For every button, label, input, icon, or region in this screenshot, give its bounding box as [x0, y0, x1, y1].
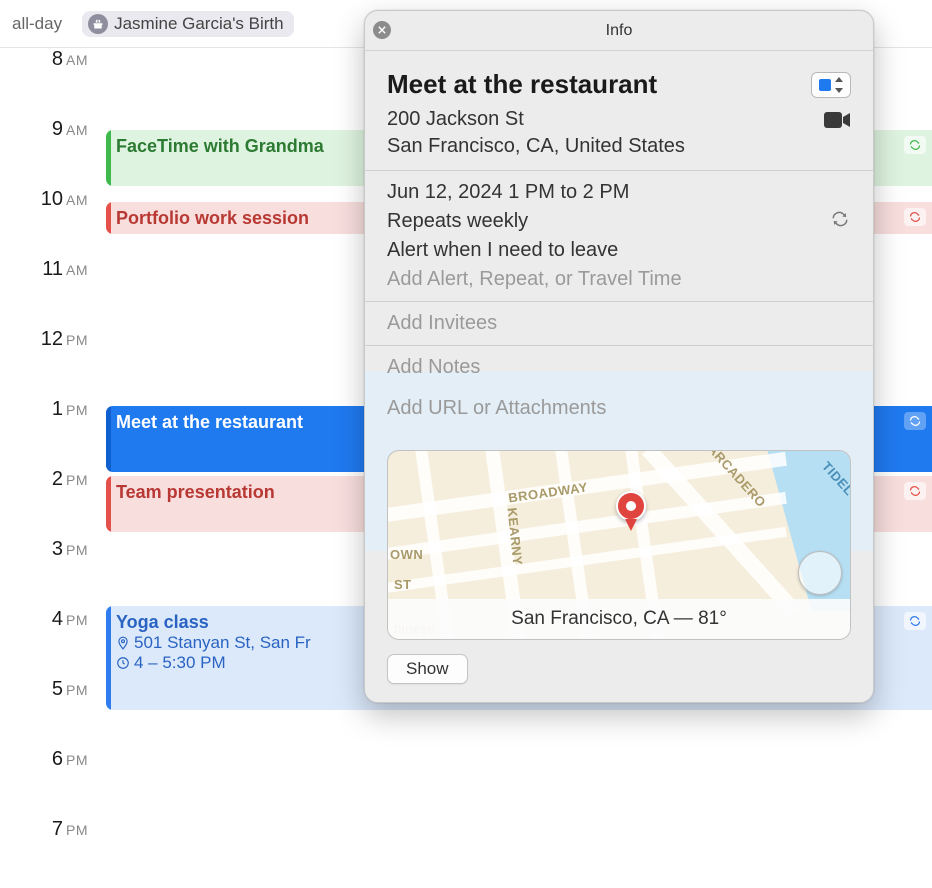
event-location-field[interactable]: 200 Jackson St San Francisco, CA, United… [387, 106, 685, 160]
add-notes-link[interactable]: Add Notes [387, 356, 851, 379]
popover-header: Info [365, 11, 873, 51]
street-label: own [390, 547, 423, 562]
street-label: St [394, 577, 412, 592]
recur-icon [904, 482, 926, 500]
recur-icon [904, 412, 926, 430]
allday-event-chip[interactable]: Jasmine Garcia's Birth [82, 11, 294, 37]
recur-icon [904, 612, 926, 630]
event-location-map[interactable]: Broadway Kearny Embarcadero own St Tidel… [387, 450, 851, 640]
event-info-popover: Info Meet at the restaurant 200 Jackson … [364, 10, 874, 703]
street-label: Broadway [507, 479, 588, 505]
chevron-updown-icon [834, 77, 844, 93]
allday-label: all-day [12, 14, 62, 34]
event-datetime-field[interactable]: Jun 12, 2024 1 PM to 2 PM [387, 181, 851, 204]
color-swatch-icon [819, 79, 831, 91]
allday-event-title: Jasmine Garcia's Birth [114, 14, 284, 34]
calendar-day-view: all-day Jasmine Garcia's Birth 8AM 9AM 1… [0, 0, 932, 860]
gift-icon [88, 14, 108, 34]
add-url-link[interactable]: Add URL or Attachments [387, 397, 851, 420]
compass-button[interactable] [798, 551, 842, 595]
recur-icon [904, 136, 926, 154]
add-alert-link[interactable]: Add Alert, Repeat, or Travel Time [387, 268, 851, 291]
video-call-icon[interactable] [823, 110, 851, 130]
calendar-color-picker[interactable] [811, 72, 851, 98]
hours-column: 8AM 9AM 10AM 11AM 12PM 1PM 2PM 3PM 4PM 5… [0, 48, 100, 888]
clock-icon [116, 656, 130, 670]
recur-icon [904, 208, 926, 226]
event-alert-field[interactable]: Alert when I need to leave [387, 239, 851, 262]
event-repeat-field[interactable]: Repeats weekly [387, 210, 528, 233]
map-pin-icon [616, 491, 646, 533]
popover-title: Info [606, 22, 633, 40]
close-button[interactable] [373, 21, 391, 39]
add-invitees-link[interactable]: Add Invitees [387, 312, 851, 335]
event-title-field[interactable]: Meet at the restaurant [387, 69, 657, 100]
location-pin-icon [116, 636, 130, 650]
map-footer-label: San Francisco, CA — 81° [388, 599, 850, 639]
show-button[interactable]: Show [387, 654, 468, 684]
repeat-icon [829, 210, 851, 233]
